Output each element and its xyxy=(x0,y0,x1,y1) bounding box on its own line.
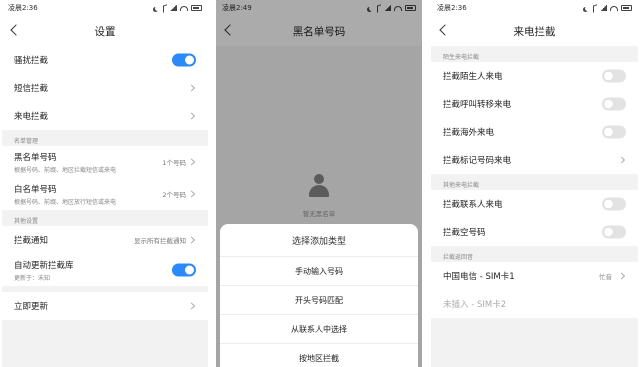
auto-update-toggle[interactable] xyxy=(172,263,196,277)
signal-icon xyxy=(170,5,177,11)
row-blacklist[interactable]: 黑名单号码 根据号码、前缀、地区拦截短信或来电 1个号码 xyxy=(2,146,208,178)
row-call-block[interactable]: 来电拦截 xyxy=(2,102,208,130)
section-header: 其他设置 xyxy=(2,210,208,226)
row-auto-update[interactable]: 自动更新拦截库 更新于：未知 xyxy=(2,254,208,286)
battery-icon xyxy=(191,5,202,11)
page-title: 设置 xyxy=(94,25,116,38)
row-label: 拦截联系人来电 xyxy=(443,200,503,210)
block-forwarded-toggle[interactable] xyxy=(602,97,626,111)
row-label: 白名单号码 xyxy=(14,184,57,195)
section-header: 名单管理 xyxy=(2,130,208,146)
chevron-right-icon xyxy=(187,190,196,198)
status-bar: 凌晨2:36 xyxy=(431,0,638,16)
status-time: 凌晨2:36 xyxy=(437,4,467,12)
row-subtitle: 根据号码、前缀、地区放行短信或来电 xyxy=(14,198,117,206)
section-header: 陌生来电拦截 xyxy=(431,46,638,62)
chevron-right-icon xyxy=(187,158,196,166)
row-block-overseas[interactable]: 拦截海外来电 xyxy=(431,118,638,146)
bluetooth-icon xyxy=(593,3,597,13)
wifi-icon xyxy=(610,5,618,11)
section-header: 拦截返回音 xyxy=(431,246,638,262)
row-block-notify[interactable]: 拦截通知 显示所有拦截通知 xyxy=(2,226,208,254)
status-bar: 凌晨2:36 xyxy=(2,0,208,16)
row-label: 拦截海外来电 xyxy=(443,128,495,138)
row-label: 立即更新 xyxy=(14,302,49,312)
block-overseas-toggle[interactable] xyxy=(602,125,626,139)
title-bar: 设置 xyxy=(2,16,208,46)
row-label: 自动更新拦截库 xyxy=(14,260,74,271)
row-label: 黑名单号码 xyxy=(14,152,57,163)
bluetooth-icon xyxy=(163,3,167,13)
blacklist-screen: 凌晨2:49 黑名单号码 暂无黑名单 选择添加类型 手动输入号码 开头号码匹配 … xyxy=(216,0,422,367)
title-bar: 来电拦截 xyxy=(431,16,638,46)
do-not-disturb-icon xyxy=(585,6,590,11)
row-label: 骚扰拦截 xyxy=(14,56,49,66)
row-block-forwarded[interactable]: 拦截呼叫转移来电 xyxy=(431,90,638,118)
option-manual-input[interactable]: 手动输入号码 xyxy=(220,256,418,285)
row-label: 拦截陌生人来电 xyxy=(443,72,503,82)
sheet-title: 选择添加类型 xyxy=(291,236,346,247)
row-block-contacts[interactable]: 拦截联系人来电 xyxy=(431,190,638,218)
row-label: 未插入 - SIM卡2 xyxy=(443,300,507,310)
row-label: 来电拦截 xyxy=(14,112,49,122)
row-value: 1个号码 xyxy=(162,159,186,167)
row-value: 2个号码 xyxy=(162,191,186,199)
harass-block-toggle[interactable] xyxy=(172,53,196,67)
option-from-contacts[interactable]: 从联系人中选择 xyxy=(220,314,418,343)
row-value: 忙音 xyxy=(599,273,612,281)
battery-icon xyxy=(621,5,632,11)
add-type-sheet: 选择添加类型 手动输入号码 开头号码匹配 从联系人中选择 按地区拦截 xyxy=(220,224,418,367)
row-block-empty-number[interactable]: 拦截空号码 xyxy=(431,218,638,246)
row-sim1-tone[interactable]: 中国电信 - SIM卡1 忙音 xyxy=(431,262,638,290)
page-title: 来电拦截 xyxy=(513,25,556,38)
row-label: 短信拦截 xyxy=(14,84,49,94)
chevron-right-icon xyxy=(187,236,196,244)
block-strangers-toggle[interactable] xyxy=(602,69,626,83)
row-subtitle: 更新于：未知 xyxy=(14,274,51,282)
wifi-icon xyxy=(180,5,188,11)
settings-screen: 凌晨2:36 设置 骚扰拦截 短信拦截 来电拦截 名单管理 黑名单号码 根据号码… xyxy=(2,0,208,367)
call-block-screen: 凌晨2:36 来电拦截 陌生来电拦截 拦截陌生人来电 拦截呼叫转移来电 拦截海外… xyxy=(431,0,638,367)
row-block-marked[interactable]: 拦截标记号码来电 xyxy=(431,146,638,174)
row-block-strangers[interactable]: 拦截陌生人来电 xyxy=(431,62,638,90)
row-label: 拦截标记号码来电 xyxy=(443,156,512,166)
row-sim2-tone: 未插入 - SIM卡2 xyxy=(431,290,638,318)
row-harass-block[interactable]: 骚扰拦截 xyxy=(2,46,208,74)
row-label: 拦截空号码 xyxy=(443,228,486,238)
row-whitelist[interactable]: 白名单号码 根据号码、前缀、地区放行短信或来电 2个号码 xyxy=(2,178,208,210)
block-empty-number-toggle[interactable] xyxy=(602,225,626,239)
block-contacts-toggle[interactable] xyxy=(602,197,626,211)
status-time: 凌晨2:36 xyxy=(8,4,38,12)
row-label: 拦截呼叫转移来电 xyxy=(443,100,512,110)
row-label: 拦截通知 xyxy=(14,236,49,246)
option-by-region[interactable]: 按地区拦截 xyxy=(220,343,418,367)
signal-icon xyxy=(600,5,607,11)
row-update-now[interactable]: 立即更新 xyxy=(2,292,208,320)
option-prefix-match[interactable]: 开头号码匹配 xyxy=(220,285,418,314)
section-header: 其他来电拦截 xyxy=(431,174,638,190)
row-value: 显示所有拦截通知 xyxy=(134,237,186,245)
row-subtitle: 根据号码、前缀、地区拦截短信或来电 xyxy=(14,166,117,174)
row-sms-block[interactable]: 短信拦截 xyxy=(2,74,208,102)
do-not-disturb-icon xyxy=(155,6,160,11)
